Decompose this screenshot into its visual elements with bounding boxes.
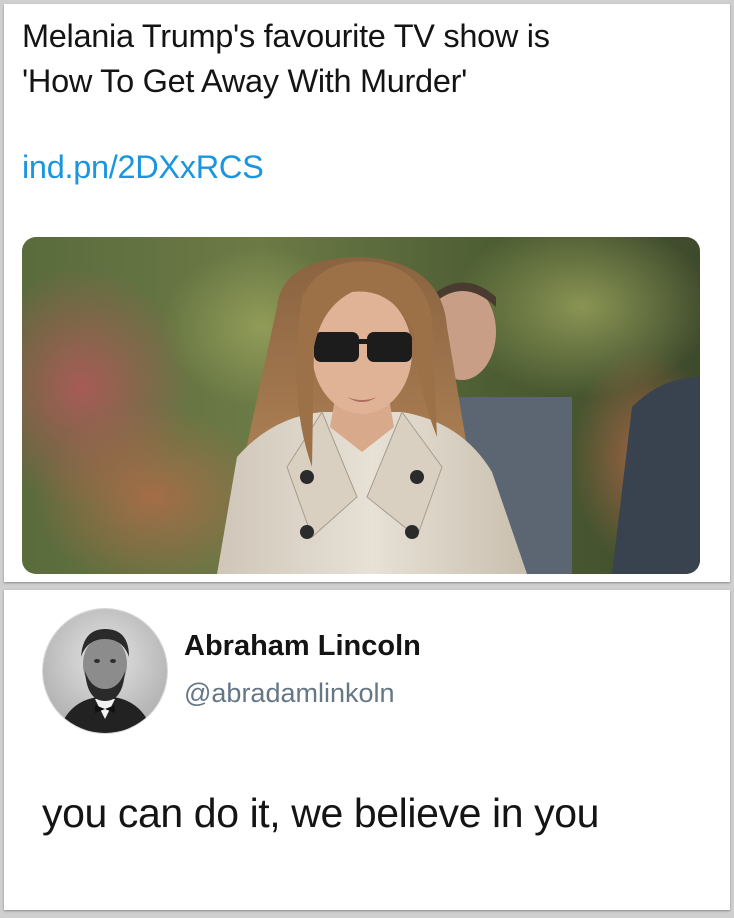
reply-tweet-text: you can do it, we believe in you — [42, 790, 599, 836]
user-handle[interactable]: @abradamlinkoln — [184, 678, 395, 709]
display-name[interactable]: Abraham Lincoln — [184, 630, 421, 663]
tweet-text: Melania Trump's favourite TV show is 'Ho… — [22, 14, 712, 104]
news-tweet-card: Melania Trump's favourite TV show is 'Ho… — [4, 4, 730, 582]
article-link[interactable]: ind.pn/2DXxRCS — [22, 147, 264, 187]
tweet-photo[interactable] — [22, 237, 700, 574]
avatar[interactable] — [42, 608, 168, 734]
tweet-text-line-2: 'How To Get Away With Murder' — [22, 63, 468, 99]
portrait-avatar-icon — [43, 609, 167, 733]
reply-tweet-card: Abraham Lincoln @abradamlinkoln you can … — [4, 590, 730, 910]
tweet-text-line-1: Melania Trump's favourite TV show is — [22, 18, 550, 54]
meme-page: Melania Trump's favourite TV show is 'Ho… — [0, 0, 734, 918]
photo-of-woman-icon — [22, 237, 700, 574]
